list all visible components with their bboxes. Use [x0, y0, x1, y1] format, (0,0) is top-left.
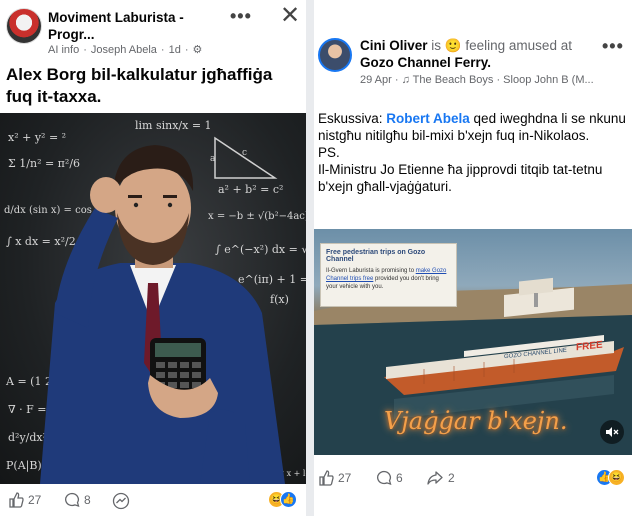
speaker-muted-icon: [606, 427, 619, 437]
separator: ·: [83, 44, 87, 56]
comment-count: 6: [396, 471, 403, 485]
post-text-intro: Eskussiva:: [318, 111, 387, 126]
author-link[interactable]: Joseph Abela: [91, 44, 157, 56]
post-text: Alex Borg bil-kalkulatur jgħaffiġa fuq i…: [6, 65, 273, 106]
post-left: Moviment Laburista - Progr... AI info · Jo…: [0, 0, 306, 516]
header-is: is: [431, 38, 442, 53]
feed-divider: [306, 0, 314, 516]
mute-icon[interactable]: [600, 420, 624, 444]
man-with-calculator-illustration: [40, 145, 285, 484]
thumbs-up-icon: [319, 470, 334, 486]
news-card: Free pedestrian trips on Gozo Channel Il…: [320, 243, 457, 307]
mention-link[interactable]: Robert Abela: [386, 111, 470, 126]
page-avatar[interactable]: [6, 8, 42, 44]
page-name[interactable]: Moviment Laburista - Progr...: [48, 9, 188, 43]
thumbs-up-icon: [9, 492, 24, 508]
messenger-share-button[interactable]: [112, 492, 130, 510]
like-button[interactable]: 27: [8, 492, 41, 508]
comment-icon: [377, 470, 392, 485]
post-header: Cini Oliver is 🙂 feeling amused at Gozo …: [360, 37, 600, 71]
comment-button[interactable]: 6: [376, 470, 403, 486]
post-image[interactable]: lim sinx/x = 1 x² + y² = ² Σ 1/n² = π²/6…: [0, 113, 306, 484]
like-button[interactable]: 27: [318, 470, 351, 486]
news-card-title: Free pedestrian trips on Gozo Channel: [326, 249, 426, 263]
post-meta: AI info · Joseph Abela · 1d · ⚙: [48, 43, 206, 56]
post-right: Cini Oliver is 🙂 feeling amused at Gozo …: [314, 0, 632, 516]
place-link[interactable]: Gozo Channel Ferry.: [360, 55, 491, 70]
share-button[interactable]: 2: [426, 470, 455, 486]
comment-count: 8: [84, 493, 91, 507]
separator: ·: [160, 44, 165, 56]
feeling-emoji-icon: 🙂: [444, 38, 462, 53]
post-meta[interactable]: 29 Apr · ♫ The Beach Boys · Sloop John B…: [360, 73, 620, 88]
comment-button[interactable]: 8: [64, 492, 91, 508]
more-options-button[interactable]: •••: [230, 6, 252, 27]
ai-info-link[interactable]: AI info: [48, 44, 79, 56]
like-count: 27: [338, 471, 352, 485]
post-action-bar: 27 6 2 👍 😆: [314, 462, 632, 494]
news-card-body: Il-Gvern Laburista is promising to make …: [326, 267, 451, 291]
close-icon[interactable]: ✕: [280, 4, 300, 28]
news-card-text: Il-Gvern Laburista is promising to: [326, 268, 416, 274]
comment-icon: [65, 492, 80, 507]
more-options-button[interactable]: •••: [602, 36, 624, 57]
post-text: Eskussiva: Robert Abela qed iweghdna li …: [318, 110, 628, 195]
reaction-summary[interactable]: 😆 👍: [268, 491, 297, 508]
post-text-ps: PS.: [318, 145, 340, 160]
post-image[interactable]: FREE GOZO CHANNEL LINE Free pedestrian t…: [314, 229, 632, 455]
image-overlay-text: Vjaġġar b'xejn.: [384, 407, 568, 435]
author-avatar[interactable]: [318, 38, 352, 72]
post-action-bar: 27 8 😆 👍: [0, 484, 306, 516]
haha-reaction-icon: 😆: [608, 469, 625, 486]
separator: ·: [184, 44, 189, 56]
author-name[interactable]: Cini Oliver: [360, 38, 428, 53]
feeling-text: feeling amused at: [465, 38, 572, 53]
messenger-icon: [112, 492, 130, 510]
like-count: 27: [28, 493, 42, 507]
post-text-body: Il-Ministru Jo Etienne ħa jipprovdi titq…: [318, 162, 603, 194]
reaction-summary[interactable]: 👍 😆: [596, 469, 625, 486]
timestamp[interactable]: 1d: [169, 44, 181, 56]
audience-icon: ⚙: [192, 44, 203, 56]
share-arrow-icon: [427, 471, 443, 485]
share-count: 2: [448, 471, 455, 485]
like-reaction-icon: 👍: [280, 491, 297, 508]
